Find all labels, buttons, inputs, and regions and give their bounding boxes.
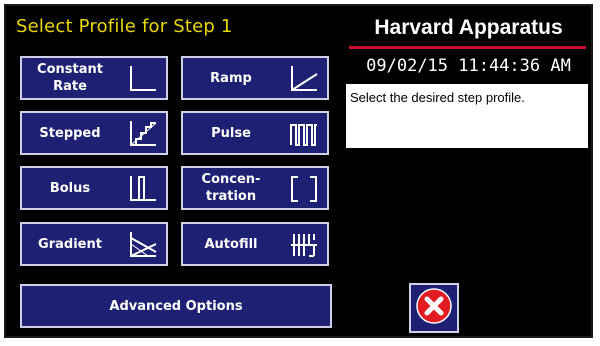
bolus-icon bbox=[128, 174, 158, 204]
concentration-button[interactable]: Concen-tration bbox=[180, 165, 330, 211]
button-label: Autofill bbox=[204, 236, 258, 252]
pump-screen: Select Profile for Step 1 Harvard Appara… bbox=[4, 4, 593, 338]
pulse-icon bbox=[289, 119, 319, 149]
message-box: Select the desired step profile. bbox=[346, 84, 588, 148]
advanced-options-label: Advanced Options bbox=[109, 298, 243, 314]
constant-rate-icon bbox=[128, 64, 158, 94]
button-label: Ramp bbox=[210, 70, 252, 86]
button-label: Pulse bbox=[211, 125, 251, 141]
date-time: 09/02/15 11:44:36 AM bbox=[366, 56, 571, 76]
button-label: Concen-tration bbox=[201, 172, 261, 204]
advanced-options-button[interactable]: Advanced Options bbox=[20, 284, 332, 328]
button-label: Constant Rate bbox=[37, 62, 103, 94]
pulse-button[interactable]: Pulse bbox=[180, 110, 330, 156]
brand-name: Harvard Apparatus bbox=[374, 16, 563, 39]
gradient-button[interactable]: Gradient bbox=[19, 221, 169, 267]
button-label: Stepped bbox=[39, 125, 101, 141]
concentration-icon bbox=[289, 174, 319, 204]
ramp-icon bbox=[289, 64, 319, 94]
button-label: Bolus bbox=[49, 180, 91, 196]
message-text: Select the desired step profile. bbox=[350, 90, 525, 105]
page-title: Select Profile for Step 1 bbox=[16, 16, 233, 37]
stepped-icon bbox=[128, 119, 158, 149]
gradient-icon bbox=[128, 230, 158, 260]
close-icon bbox=[415, 287, 453, 329]
brand-underline bbox=[349, 46, 586, 49]
autofill-icon bbox=[289, 230, 319, 260]
button-label: Gradient bbox=[38, 236, 102, 252]
bolus-button[interactable]: Bolus bbox=[19, 165, 169, 211]
stepped-button[interactable]: Stepped bbox=[19, 110, 169, 156]
autofill-button[interactable]: Autofill bbox=[180, 221, 330, 267]
ramp-button[interactable]: Ramp bbox=[180, 55, 330, 101]
close-button[interactable] bbox=[409, 283, 459, 333]
constant-rate-button[interactable]: Constant Rate bbox=[19, 55, 169, 101]
